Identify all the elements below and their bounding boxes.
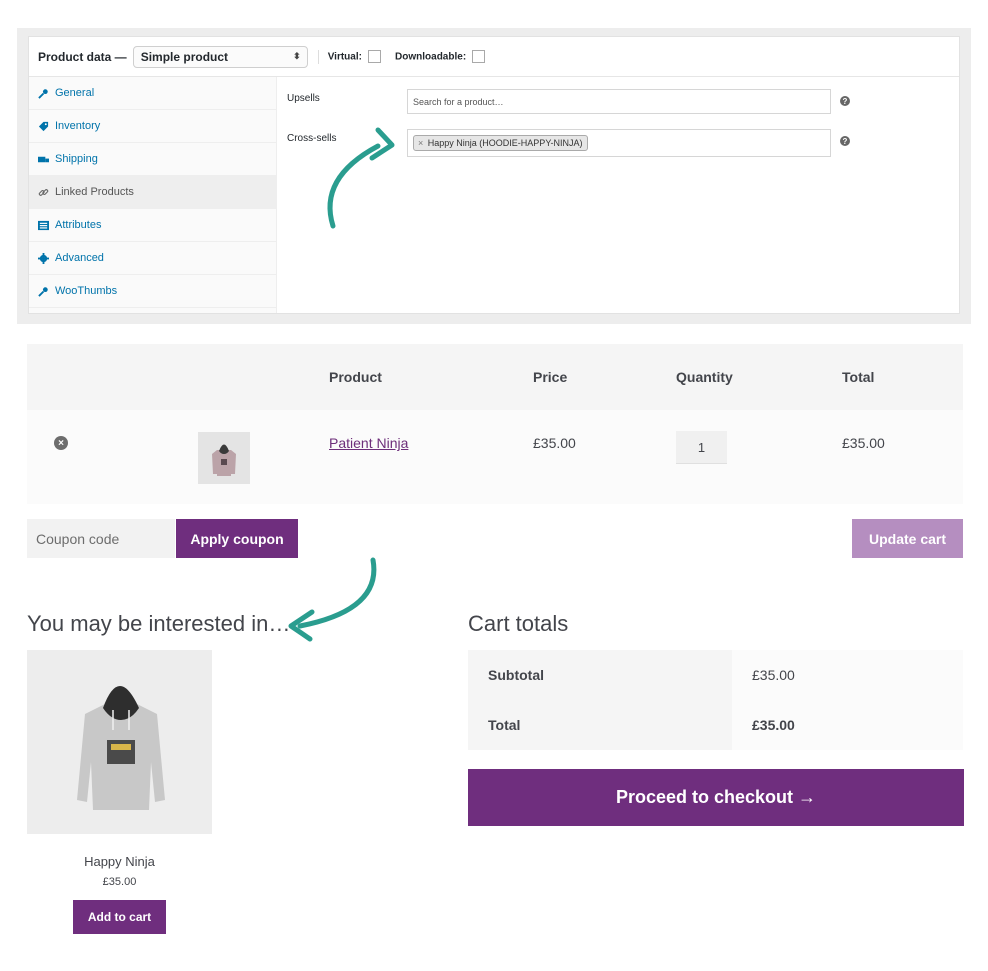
virtual-checkbox[interactable] [368,50,382,63]
tab-label: Advanced [55,252,104,264]
product-data-tabs: General Inventory Shipping Linked Produc… [29,77,277,313]
cart-totals-table: Subtotal £35.00 Total £35.00 [468,650,963,750]
wrench-icon [38,88,49,99]
curved-arrow-icon [288,557,377,642]
downloadable-label: Downloadable: [395,51,467,63]
product-type-value: Simple product [140,49,229,64]
product-data-header: Product data — Simple product ⬍ Virtual:… [29,37,959,77]
tab-label: Linked Products [55,186,134,198]
tab-inventory[interactable]: Inventory [29,110,276,143]
total-value: £35.00 [732,700,963,750]
product-data-title: Product data — [38,49,127,64]
remove-item-icon[interactable]: × [54,436,68,450]
subtotal-row: Subtotal £35.00 [468,650,963,700]
truck-icon [38,154,49,165]
coupon-code-input[interactable]: Coupon code [27,519,175,558]
quantity-input[interactable]: 1 [676,431,727,464]
product-type-select[interactable]: Simple product ⬍ [132,45,308,68]
tab-woothumbs[interactable]: WooThumbs [29,275,276,308]
product-thumbnail[interactable] [198,432,250,484]
subtotal-value: £35.00 [732,650,963,700]
cross-sell-product-image[interactable] [27,650,212,834]
header-quantity: Quantity [676,369,733,385]
wrench-icon [38,286,49,297]
header-total: Total [842,369,875,385]
line-total: £35.00 [842,435,885,451]
subtotal-label: Subtotal [468,650,732,700]
header-divider [317,49,319,64]
crosssells-search-input[interactable]: × Happy Ninja (HOODIE-HAPPY-NINJA) [407,129,831,157]
chip-remove-icon[interactable]: × [418,138,423,148]
tag-icon [38,121,49,132]
total-label: Total [468,700,732,750]
add-to-cart-button[interactable]: Add to cart [73,900,166,934]
tab-advanced[interactable]: Advanced [29,242,276,275]
proceed-to-checkout-button[interactable]: Proceed to checkout → [468,769,964,826]
help-icon[interactable]: ? [840,96,850,106]
product-data-panel: Product data — Simple product ⬍ Virtual:… [28,36,960,314]
cross-sell-product: Happy Ninja £35.00 Add to cart [27,650,212,934]
linked-products-panel: Upsells Search for a product… ? Cross-se… [277,77,959,313]
product-data-panel-wrapper: Product data — Simple product ⬍ Virtual:… [17,28,971,324]
tab-linked-products[interactable]: Linked Products [29,176,276,209]
cart-totals-title: Cart totals [468,611,569,636]
tab-general[interactable]: General [29,77,276,110]
tab-label: Attributes [55,219,102,231]
crosssell-chip: × Happy Ninja (HOODIE-HAPPY-NINJA) [413,135,588,151]
header-product: Product [329,369,382,385]
upsells-search-input[interactable]: Search for a product… [407,89,831,114]
coupon-placeholder: Coupon code [36,530,120,547]
cross-sell-product-name[interactable]: Happy Ninja [27,854,212,869]
virtual-label: Virtual: [327,51,362,63]
link-icon [38,187,49,198]
apply-coupon-button[interactable]: Apply coupon [176,519,298,558]
upsells-label: Upsells [287,93,320,104]
product-price: £35.00 [533,435,576,451]
downloadable-option: Downloadable: [395,50,486,63]
header-price: Price [533,369,568,385]
gear-icon [38,252,49,264]
tab-attributes[interactable]: Attributes [29,209,276,242]
list-icon [38,220,49,231]
tab-label: Inventory [55,120,101,132]
help-icon[interactable]: ? [840,136,850,146]
tab-label: Shipping [55,153,98,165]
product-name-link[interactable]: Patient Ninja [329,435,408,451]
cart-table-header: Product Price Quantity Total [27,344,963,410]
select-arrows-icon: ⬍ [293,51,301,61]
virtual-option: Virtual: [327,50,382,63]
downloadable-checkbox[interactable] [472,50,486,63]
total-row: Total £35.00 [468,700,963,750]
cart-table: Product Price Quantity Total × Patient N… [27,344,963,504]
tab-shipping[interactable]: Shipping [29,143,276,176]
upsells-placeholder: Search for a product… [413,96,504,107]
tab-label: WooThumbs [55,285,118,297]
update-cart-button[interactable]: Update cart [852,519,963,558]
cross-sell-product-price: £35.00 [102,876,137,888]
cross-sells-title: You may be interested in… [27,611,291,636]
crosssells-label: Cross-sells [287,133,337,144]
tab-label: General [55,87,95,99]
chip-label: Happy Ninja (HOODIE-HAPPY-NINJA) [427,138,583,148]
table-row: × Patient Ninja £35.00 1 £35.00 [27,410,963,504]
